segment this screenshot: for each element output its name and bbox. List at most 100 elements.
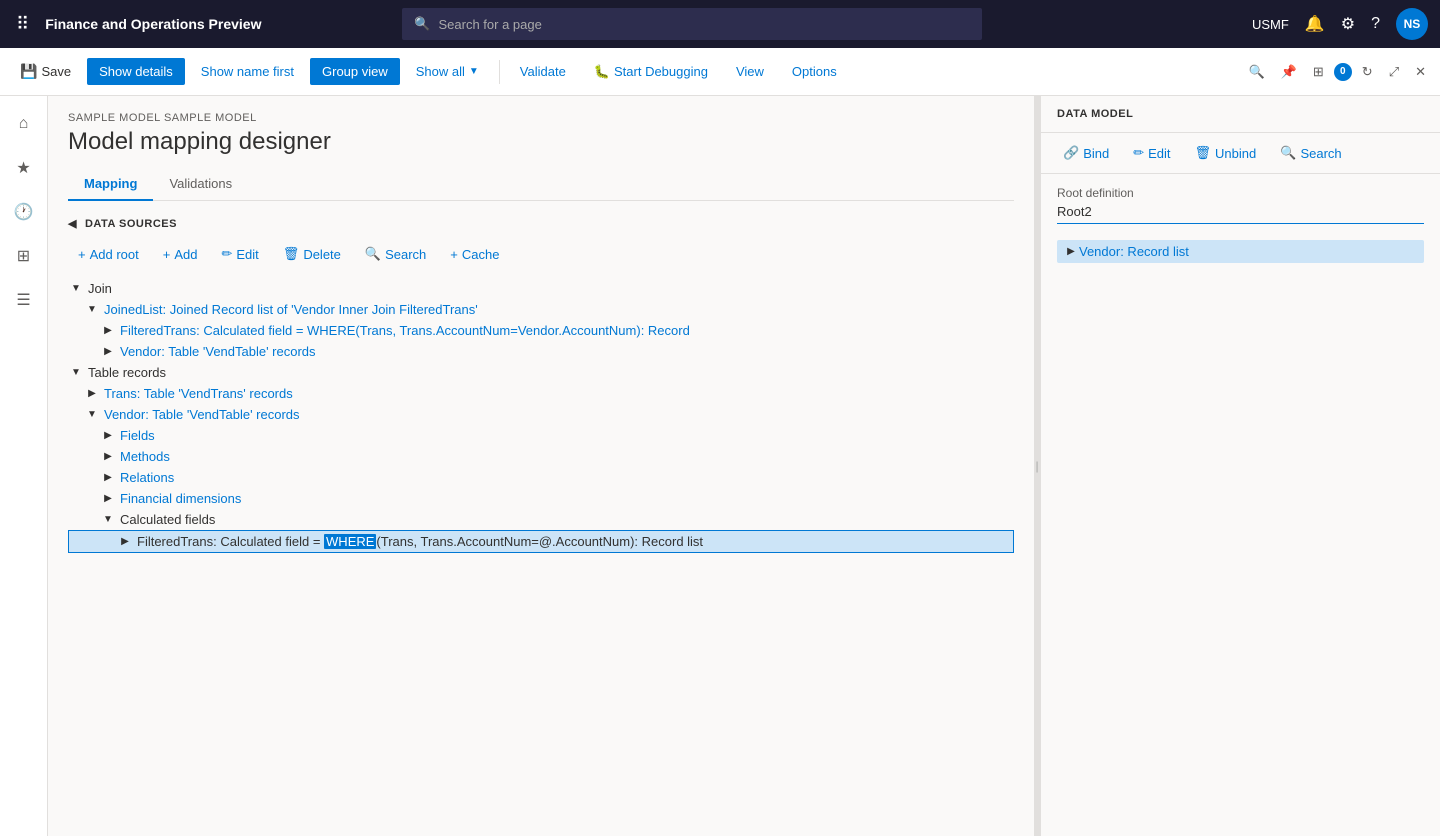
relations-expander[interactable] [100, 470, 116, 486]
financial-dimensions-expander[interactable] [100, 491, 116, 507]
page-title: Model mapping designer [68, 128, 1014, 156]
calculated-fields-expander[interactable] [100, 512, 116, 528]
search-dm-button[interactable]: 🔍 Search [1270, 141, 1351, 165]
pin-icon[interactable]: 📌 [1275, 58, 1303, 86]
validate-button[interactable]: Validate [508, 58, 578, 85]
tablerecords-expander[interactable] [68, 365, 84, 381]
expand-icon[interactable]: ⤢ [1383, 58, 1405, 86]
group-view-button[interactable]: Group view [310, 58, 400, 85]
filteredtrans-inner-expander[interactable] [100, 323, 116, 339]
joinedlist-expander[interactable] [84, 302, 100, 318]
unbind-button[interactable]: 🗑 Unbind [1185, 141, 1267, 165]
dm-tree-node-vendor-record[interactable]: ▶ Vendor: Record list [1057, 240, 1424, 263]
tree-node-filteredtrans-selected[interactable]: FilteredTrans: Calculated field = WHERE(… [68, 530, 1014, 553]
search-input[interactable] [439, 17, 971, 32]
join-expander[interactable] [68, 281, 84, 297]
settings-icon[interactable]: ⚙ [1341, 14, 1355, 34]
filteredtrans-selected-label: FilteredTrans: Calculated field = WHERE(… [133, 533, 707, 550]
tree-node-vendor-top[interactable]: Vendor: Table 'VendTable' records [68, 404, 1014, 425]
panel-icon[interactable]: ⊞ [1307, 58, 1330, 86]
grid-menu-icon[interactable]: ⠿ [12, 10, 33, 39]
show-details-button[interactable]: Show details [87, 58, 185, 85]
tabs-container: Mapping Validations [68, 168, 1014, 201]
tab-validations[interactable]: Validations [153, 168, 248, 201]
vendor-inner-expander[interactable] [100, 344, 116, 360]
tree-node-trans[interactable]: Trans: Table 'VendTrans' records [68, 383, 1014, 404]
vendor-top-label: Vendor: Table 'VendTable' records [100, 406, 304, 423]
toolbar-search-icon[interactable]: 🔍 [1243, 58, 1271, 86]
tree-node-filteredtrans-inner[interactable]: FilteredTrans: Calculated field = WHERE(… [68, 320, 1014, 341]
data-sources-header: ◀ DATA SOURCES [68, 217, 1014, 230]
cache-icon: + [450, 247, 458, 262]
vendor-inner-label: Vendor: Table 'VendTable' records [116, 343, 320, 360]
tree-node-relations[interactable]: Relations [68, 467, 1014, 488]
data-sources-tree: Join JoinedList: Joined Record list of '… [68, 278, 1014, 553]
fields-expander[interactable] [100, 428, 116, 444]
highlighted-where: WHERE [324, 534, 376, 549]
edit-dm-button[interactable]: ✏ Edit [1123, 141, 1180, 165]
sidebar-item-workspaces[interactable]: ⊞ [4, 236, 44, 276]
collapse-arrow[interactable]: ◀ [68, 217, 77, 230]
tree-node-methods[interactable]: Methods [68, 446, 1014, 467]
sidebar: ⌂ ★ 🕐 ⊞ ☰ [0, 96, 48, 836]
bind-button[interactable]: 🔗 Bind [1053, 141, 1119, 165]
global-search[interactable]: 🔍 [402, 8, 982, 40]
cache-button[interactable]: + Cache [440, 243, 509, 266]
delete-icon: 🗑 [283, 246, 300, 262]
tree-node-financial-dimensions[interactable]: Financial dimensions [68, 488, 1014, 509]
edit-icon: ✏ [221, 246, 232, 262]
tab-mapping[interactable]: Mapping [68, 168, 153, 201]
view-button[interactable]: View [724, 58, 776, 85]
search-button[interactable]: 🔍 Search [355, 242, 436, 266]
app-title: Finance and Operations Preview [45, 16, 261, 32]
refresh-icon[interactable]: ↻ [1356, 58, 1379, 86]
tree-node-vendor-inner[interactable]: Vendor: Table 'VendTable' records [68, 341, 1014, 362]
edit-button[interactable]: ✏ Edit [211, 242, 268, 266]
tree-node-calculated-fields[interactable]: Calculated fields [68, 509, 1014, 530]
content-area: SAMPLE MODEL SAMPLE MODEL Model mapping … [48, 96, 1440, 836]
counter-badge: 0 [1334, 63, 1352, 81]
edit-dm-icon: ✏ [1133, 145, 1144, 161]
help-icon[interactable]: ? [1371, 15, 1380, 33]
search-ds-icon: 🔍 [365, 246, 381, 262]
tree-node-join[interactable]: Join [68, 278, 1014, 299]
left-panel: SAMPLE MODEL SAMPLE MODEL Model mapping … [48, 96, 1034, 836]
tree-node-joinedlist[interactable]: JoinedList: Joined Record list of 'Vendo… [68, 299, 1014, 320]
sidebar-item-favorites[interactable]: ★ [4, 148, 44, 188]
save-button[interactable]: 💾 Save [8, 57, 83, 86]
root-definition-value: Root2 [1057, 204, 1424, 224]
add-button[interactable]: + Add [153, 243, 208, 266]
search-icon: 🔍 [414, 16, 430, 32]
options-button[interactable]: Options [780, 58, 849, 85]
chevron-down-icon: ▼ [469, 66, 479, 77]
show-name-first-button[interactable]: Show name first [189, 58, 306, 85]
methods-expander[interactable] [100, 449, 116, 465]
show-all-button[interactable]: Show all ▼ [404, 58, 491, 85]
data-model-body: Root definition Root2 ▶ Vendor: Record l… [1041, 174, 1440, 836]
dm-vendor-record-expander[interactable]: ▶ [1063, 246, 1079, 257]
calculated-fields-label: Calculated fields [116, 511, 219, 528]
sidebar-item-home[interactable]: ⌂ [4, 104, 44, 144]
avatar[interactable]: NS [1396, 8, 1428, 40]
sidebar-item-recent[interactable]: 🕐 [4, 192, 44, 232]
right-panel: DATA MODEL 🔗 Bind ✏ Edit 🗑 Unbind 🔍 Sear… [1040, 96, 1440, 836]
top-nav-right: USMF 🔔 ⚙ ? NS [1252, 8, 1428, 40]
delete-button[interactable]: 🗑 Delete [273, 242, 351, 266]
tree-node-tablerecords[interactable]: Table records [68, 362, 1014, 383]
tree-node-fields[interactable]: Fields [68, 425, 1014, 446]
sidebar-item-modules[interactable]: ☰ [4, 280, 44, 320]
add-root-button[interactable]: + Add root [68, 243, 149, 266]
dm-vendor-record-label: Vendor: Record list [1079, 244, 1189, 259]
start-debugging-button[interactable]: 🐛 Start Debugging [582, 58, 720, 86]
trans-expander[interactable] [84, 386, 100, 402]
debug-icon: 🐛 [594, 64, 610, 80]
vendor-top-expander[interactable] [84, 407, 100, 423]
fields-label: Fields [116, 427, 159, 444]
notifications-icon[interactable]: 🔔 [1305, 14, 1325, 34]
filteredtrans-selected-expander[interactable] [117, 534, 133, 550]
join-label: Join [84, 280, 116, 297]
separator-1 [499, 60, 500, 84]
joinedlist-label: JoinedList: Joined Record list of 'Vendo… [100, 301, 482, 318]
bind-icon: 🔗 [1063, 145, 1079, 161]
close-icon[interactable]: ✕ [1409, 58, 1432, 86]
